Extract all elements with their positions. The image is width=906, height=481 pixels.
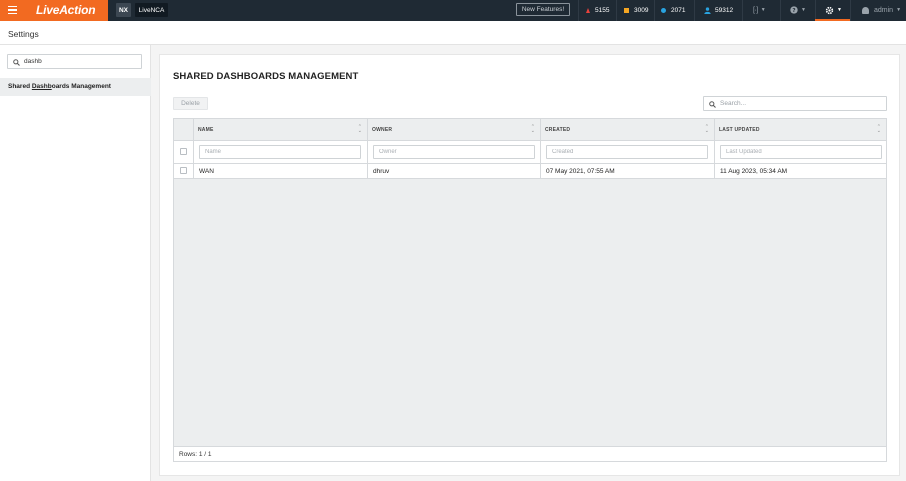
divider	[616, 0, 617, 21]
column-header-last-updated[interactable]: LAST UPDATED ⌃ ⌄	[714, 119, 886, 141]
column-header-label: OWNER	[372, 127, 393, 133]
cell-owner: dhruv	[367, 164, 540, 178]
user-avatar-icon	[862, 6, 869, 14]
major-alerts-counter[interactable]: 3009	[624, 5, 648, 15]
main-panel: SHARED DASHBOARDS MANAGEMENT Delete NAME…	[159, 54, 900, 476]
divider	[654, 0, 655, 21]
chevron-down-icon: ▼	[760, 7, 766, 13]
chevron-down-icon: ▼	[837, 7, 842, 13]
search-icon	[13, 59, 20, 66]
table-filter-row	[174, 141, 886, 164]
expand-brackets-icon: [·]	[753, 6, 758, 14]
nx-switch-button[interactable]: NX	[116, 3, 131, 17]
divider	[850, 0, 851, 21]
critical-alerts-count: 5155	[595, 6, 610, 14]
table-header-row: NAME ⌃ ⌄ OWNER ⌃ ⌄ CREATED ⌃ ⌄ LAST UPDATED…	[174, 119, 886, 141]
cell-created: 07 May 2021, 07:55 AM	[540, 164, 714, 178]
circle-alert-icon	[661, 7, 666, 13]
critical-alerts-counter[interactable]: 5155	[586, 5, 609, 15]
help-icon: ?	[790, 6, 798, 14]
column-header-label: LAST UPDATED	[719, 127, 760, 133]
sidebar-item-shared-dashboards-management[interactable]: Shared Dashboards Management	[0, 78, 151, 96]
hamburger-menu-icon[interactable]	[8, 6, 17, 15]
users-counter[interactable]: 59312	[704, 5, 733, 15]
brand-area: LiveAction	[0, 0, 108, 21]
table-footer: Rows: 1 / 1	[174, 446, 886, 461]
info-alerts-count: 2071	[671, 6, 686, 14]
divider	[742, 0, 743, 21]
dashboards-table: NAME ⌃ ⌄ OWNER ⌃ ⌄ CREATED ⌃ ⌄ LAST UPDATED…	[173, 118, 887, 462]
name-filter-input[interactable]	[199, 145, 361, 159]
fullscreen-dropdown[interactable]: [·] ▼	[753, 4, 766, 16]
row-count: Rows: 1 / 1	[179, 451, 212, 458]
created-filter-input[interactable]	[546, 145, 708, 159]
sidebar-item-label-match: Dashb	[31, 83, 52, 90]
new-features-button[interactable]: New Features!	[516, 3, 570, 16]
row-select-cell	[174, 164, 193, 178]
sort-icon[interactable]: ⌃ ⌄	[531, 125, 535, 134]
table-search-input[interactable]	[720, 98, 880, 109]
filter-cell-owner	[367, 141, 540, 163]
user-name: admin	[874, 6, 894, 14]
table-row[interactable]: WAN dhruv 07 May 2021, 07:55 AM 11 Aug 2…	[174, 164, 886, 179]
square-alert-icon	[624, 7, 629, 13]
column-header-name[interactable]: NAME ⌃ ⌄	[193, 119, 367, 141]
filter-cell-last-updated	[714, 141, 886, 163]
svg-text:?: ?	[792, 8, 795, 14]
delete-button[interactable]: Delete	[173, 97, 208, 110]
settings-title: Settings	[8, 29, 39, 39]
cell-name: WAN	[193, 164, 367, 178]
owner-filter-input[interactable]	[373, 145, 535, 159]
search-icon	[709, 101, 716, 108]
header-select-cell	[174, 119, 193, 141]
filter-cell-name	[193, 141, 367, 163]
cell-last-updated: 11 Aug 2023, 05:34 AM	[714, 164, 886, 178]
chevron-down-icon: ▼	[896, 7, 902, 13]
last-updated-filter-input[interactable]	[720, 145, 882, 159]
divider	[578, 0, 579, 21]
sort-icon[interactable]: ⌃ ⌄	[877, 125, 881, 134]
page-title: SHARED DASHBOARDS MANAGEMENT	[173, 71, 359, 82]
sort-icon[interactable]: ⌃ ⌄	[358, 125, 362, 134]
users-count: 59312	[715, 6, 734, 14]
row-checkbox[interactable]	[180, 167, 187, 174]
table-search-box[interactable]	[703, 96, 887, 111]
row-owner: dhruv	[373, 168, 390, 175]
info-alerts-counter[interactable]: 2071	[661, 5, 685, 15]
row-name: WAN	[199, 168, 214, 175]
column-header-owner[interactable]: OWNER ⌃ ⌄	[367, 119, 540, 141]
filter-cell-created	[540, 141, 714, 163]
divider	[694, 0, 695, 21]
column-header-created[interactable]: CREATED ⌃ ⌄	[540, 119, 714, 141]
row-created: 07 May 2021, 07:55 AM	[546, 168, 615, 175]
product-livenca-button[interactable]: LiveNCA	[135, 3, 168, 17]
divider	[780, 0, 781, 21]
chevron-down-icon: ▼	[801, 7, 806, 13]
sidebar-item-label-suffix: oards Management	[51, 83, 111, 90]
settings-header: Settings	[0, 21, 906, 45]
top-nav-bar: LiveAction NX LiveNCA New Features! 5155…	[0, 0, 906, 21]
user-alert-icon	[704, 6, 711, 14]
user-menu-dropdown[interactable]: admin ▼	[862, 4, 901, 16]
sidebar-item-label-prefix: Shared	[8, 83, 32, 90]
major-alerts-count: 3009	[634, 6, 649, 14]
select-all-checkbox[interactable]	[180, 148, 187, 155]
sidebar-search-box[interactable]	[7, 54, 142, 69]
select-all-cell	[174, 141, 193, 163]
column-header-label: CREATED	[545, 127, 571, 133]
settings-sidebar: Shared Dashboards Management	[0, 45, 151, 481]
help-dropdown[interactable]: ? ▼	[790, 4, 806, 16]
sidebar-search-input[interactable]	[24, 56, 136, 67]
gear-icon	[825, 6, 834, 14]
settings-dropdown[interactable]: ▼	[825, 4, 842, 16]
liveaction-logo[interactable]: LiveAction	[36, 3, 96, 17]
sort-icon[interactable]: ⌃ ⌄	[705, 125, 709, 134]
warning-triangle-icon	[586, 7, 590, 13]
column-header-label: NAME	[198, 127, 214, 133]
row-last-updated: 11 Aug 2023, 05:34 AM	[720, 168, 788, 175]
sidebar-item-label: Shared Dashboards Management	[8, 83, 111, 90]
